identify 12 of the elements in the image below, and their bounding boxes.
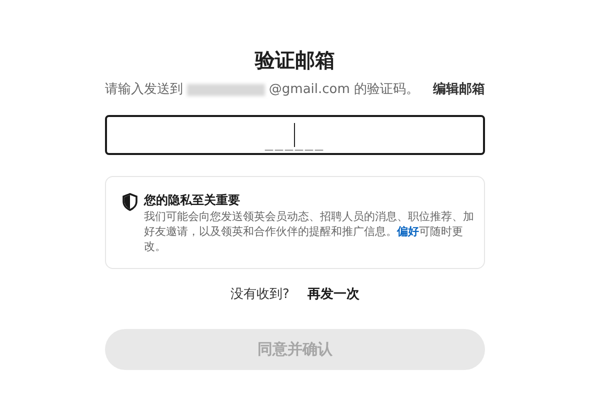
resend-prompt: 没有收到? — [230, 286, 290, 304]
text-cursor-icon — [294, 123, 295, 147]
instruction-text: 请输入发送到 — [104, 81, 183, 99]
code-field[interactable]: ______ — [105, 115, 485, 155]
shield-icon — [122, 193, 138, 211]
instruction-text: @gmail.com 的验证码。 — [268, 81, 420, 99]
resend-link[interactable]: 再发一次 — [307, 285, 360, 305]
privacy-text: 我们可能会向您发送领英会员动态、招聘人员的消息、职位推荐、加好友邀请，以及领英和合作伙伴的提醒和推广信息。偏好可随时更改。 — [144, 209, 474, 254]
page-title: 验证邮箱 — [255, 47, 335, 74]
preferences-link[interactable]: 偏好 — [397, 225, 419, 238]
privacy-heading: 您的隐私至关重要 — [144, 192, 241, 209]
edit-email-link[interactable]: 编辑邮箱 — [433, 80, 486, 100]
